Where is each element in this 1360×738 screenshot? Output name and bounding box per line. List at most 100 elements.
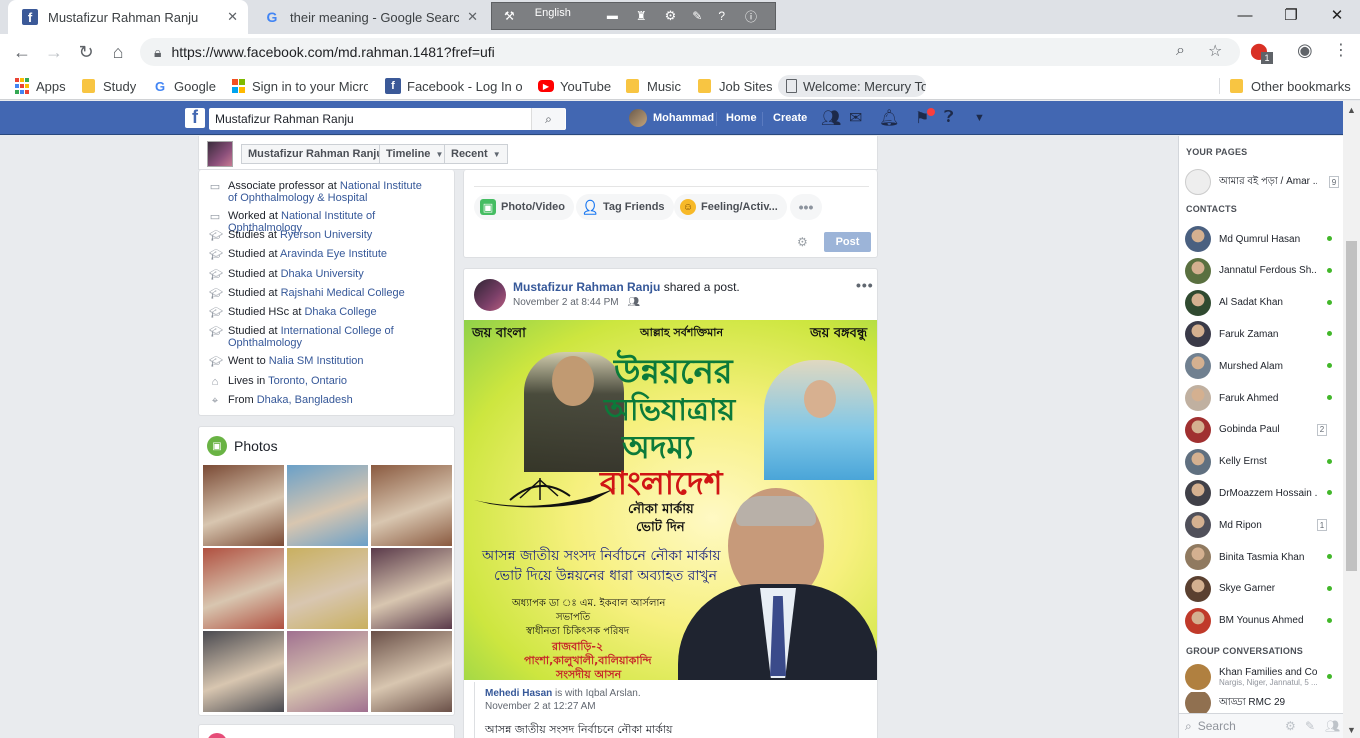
bookmark-job-sites[interactable]: Job Sites <box>698 75 772 97</box>
close-window-icon[interactable]: ✕ <box>1314 0 1360 30</box>
author-link[interactable]: Mustafizur Rahman Ranju <box>513 280 660 294</box>
ime-edit-icon[interactable]: ✎ <box>692 9 702 23</box>
photo-thumbnail[interactable] <box>287 465 368 546</box>
pages-people-icon[interactable]: ⚑ <box>915 101 929 135</box>
ime-figure-icon[interactable]: ♜ <box>636 9 647 23</box>
profile-icon[interactable]: ◉ <box>1297 40 1313 61</box>
avatar[interactable] <box>207 141 233 167</box>
bookmark-google[interactable]: G Google <box>152 75 216 97</box>
back-icon[interactable]: ← <box>10 40 34 64</box>
chat-search-box[interactable]: ⌕ Search ⚙ ✎ 👥︎ <box>1179 713 1344 738</box>
address-bar[interactable]: 🔒︎ https://www.facebook.com/md.rahman.14… <box>140 38 1240 66</box>
facebook-logo-icon[interactable]: f <box>185 107 205 128</box>
add-friends-icon[interactable]: 👥︎ <box>1325 719 1340 733</box>
group-item[interactable]: আড্ডা RMC 29 <box>1185 692 1338 714</box>
ime-help-icon[interactable]: ? <box>718 9 725 23</box>
menu-kebab-icon[interactable]: ⋮ <box>1333 40 1349 60</box>
contact-item[interactable]: Faruk Ahmed <box>1185 384 1338 412</box>
page-scrollbar[interactable]: ▲ ▼ <box>1343 101 1360 738</box>
bookmark-facebook[interactable]: f Facebook - Log In or <box>385 75 522 97</box>
zoom-icon[interactable]: ⌕ <box>1176 42 1185 60</box>
close-tab-icon[interactable]: ✕ <box>227 9 238 25</box>
more-options-icon[interactable]: ••• <box>790 194 822 220</box>
story-options-icon[interactable]: ••• <box>856 277 874 293</box>
photo-thumbnail[interactable] <box>203 548 284 629</box>
tab-google-search[interactable]: G their meaning - Google Search ✕ <box>250 0 488 34</box>
profile-name-button[interactable]: Mustafizur Rahman Ranju <box>241 144 391 164</box>
intro-link[interactable]: Toronto, Ontario <box>268 375 347 387</box>
intro-link[interactable]: Dhaka, Bangladesh <box>257 394 353 406</box>
search-icon[interactable]: ⌕ <box>531 108 565 130</box>
contact-item[interactable]: Md Ripon 1 <box>1185 511 1338 539</box>
chat-search-input[interactable]: Search <box>1198 719 1236 733</box>
messenger-icon[interactable]: ✉︎ <box>849 101 862 135</box>
ime-tool-icon[interactable]: ⚒ <box>504 9 515 23</box>
bookmark-microsoft[interactable]: Sign in to your Micro <box>230 75 368 97</box>
avatar[interactable] <box>474 279 506 311</box>
story-timestamp[interactable]: November 2 at 8:44 PM 👥︎ <box>513 297 640 308</box>
intro-link[interactable]: Aravinda Eye Institute <box>280 248 387 260</box>
ime-settings-icon[interactable]: ⚙ <box>665 8 677 24</box>
friend-requests-icon[interactable]: 👥︎ <box>821 101 841 135</box>
intro-link[interactable]: Rajshahi Medical College <box>281 287 405 299</box>
photos-header[interactable]: ▣ Photos <box>207 436 278 456</box>
tag-friends-button[interactable]: 👤︎ Tag Friends <box>576 194 674 220</box>
scroll-up-icon[interactable]: ▲ <box>1347 105 1356 115</box>
ime-mode-icon[interactable]: ▬ <box>607 10 618 22</box>
tab-facebook-profile[interactable]: f Mustafizur Rahman Ranju ✕ <box>8 0 248 34</box>
ime-info-icon[interactable]: ⓘ <box>745 8 757 25</box>
photo-thumbnail[interactable] <box>287 631 368 712</box>
contact-item[interactable]: Binita Tasmia Khan <box>1185 543 1338 571</box>
intro-link[interactable]: Ryerson University <box>280 229 372 241</box>
reload-icon[interactable]: ↻ <box>74 40 98 64</box>
bookmark-music[interactable]: Music <box>626 75 681 97</box>
intro-link[interactable]: Dhaka College <box>304 306 376 318</box>
recent-dropdown[interactable]: Recent ▼ <box>444 144 508 164</box>
tagged-user-link[interactable]: Iqbal Arslan. <box>586 688 641 699</box>
photo-thumbnail[interactable] <box>371 631 452 712</box>
photo-thumbnail[interactable] <box>287 548 368 629</box>
forward-icon[interactable]: → <box>42 40 66 64</box>
shared-timestamp[interactable]: November 2 at 12:27 AM <box>485 701 596 712</box>
fb-search-input[interactable] <box>209 109 531 129</box>
post-button[interactable]: Post <box>824 232 871 252</box>
close-tab-icon[interactable]: ✕ <box>467 9 478 25</box>
contact-item[interactable]: Faruk Zaman <box>1185 320 1338 348</box>
contact-item[interactable]: Kelly Ernst <box>1185 448 1338 476</box>
scroll-down-icon[interactable]: ▼ <box>1347 725 1356 735</box>
home-icon[interactable]: ⌂ <box>106 40 130 64</box>
profile-link[interactable]: Mohammad <box>629 101 714 135</box>
compose-icon[interactable]: ✎ <box>1305 719 1315 733</box>
contact-item[interactable]: Skye Garner <box>1185 575 1338 603</box>
intro-link[interactable]: Nalia SM Institution <box>269 355 364 367</box>
bookmark-study[interactable]: Study <box>82 75 136 97</box>
help-icon[interactable]: ❓︎ <box>944 101 954 135</box>
contact-item[interactable]: Murshed Alam <box>1185 352 1338 380</box>
contact-item[interactable]: Md Qumrul Hasan <box>1185 225 1338 253</box>
contact-item[interactable]: Al Sadat Khan <box>1185 289 1338 317</box>
bookmark-apps[interactable]: Apps <box>14 75 66 97</box>
photo-thumbnail[interactable] <box>203 465 284 546</box>
create-link[interactable]: Create <box>773 101 807 135</box>
group-item[interactable]: Khan Families and Co Nargis, Niger, Janna… <box>1185 660 1338 694</box>
shared-author-link[interactable]: Mehedi Hasan <box>485 688 552 699</box>
contact-item[interactable]: Gobinda Paul 2 <box>1185 416 1338 444</box>
gear-icon[interactable]: ⚙ <box>1285 719 1296 733</box>
account-menu-chevron-down-icon[interactable]: ▼ <box>974 101 985 135</box>
photo-video-button[interactable]: ▣ Photo/Video <box>474 194 574 220</box>
scrollbar-thumb[interactable] <box>1346 241 1357 571</box>
photo-thumbnail[interactable] <box>203 631 284 712</box>
restore-window-icon[interactable]: ❐ <box>1268 0 1314 30</box>
notifications-bell-icon[interactable]: 🔔︎ <box>879 101 899 135</box>
bookmark-star-icon[interactable]: ☆ <box>1208 41 1222 61</box>
contact-item[interactable]: DrMoazzem Hossain ... <box>1185 479 1338 507</box>
minimize-window-icon[interactable]: — <box>1222 0 1268 30</box>
page-item[interactable]: আমার বই পড়া / Amar ... 9 <box>1185 168 1339 196</box>
intro-link[interactable]: Dhaka University <box>281 268 364 280</box>
contact-item[interactable]: BM Younus Ahmed <box>1185 607 1338 635</box>
photo-thumbnail[interactable] <box>371 548 452 629</box>
shared-poster-image[interactable]: জয় বাংলা আল্লাহ সর্বশক্তিমান জয় বঙ্গবন… <box>464 320 877 680</box>
bookmark-mercury[interactable]: Welcome: Mercury To <box>778 75 926 97</box>
contact-item[interactable]: Jannatul Ferdous Sh... <box>1185 257 1338 285</box>
feeling-activity-button[interactable]: ☺ Feeling/Activ... <box>674 194 787 220</box>
